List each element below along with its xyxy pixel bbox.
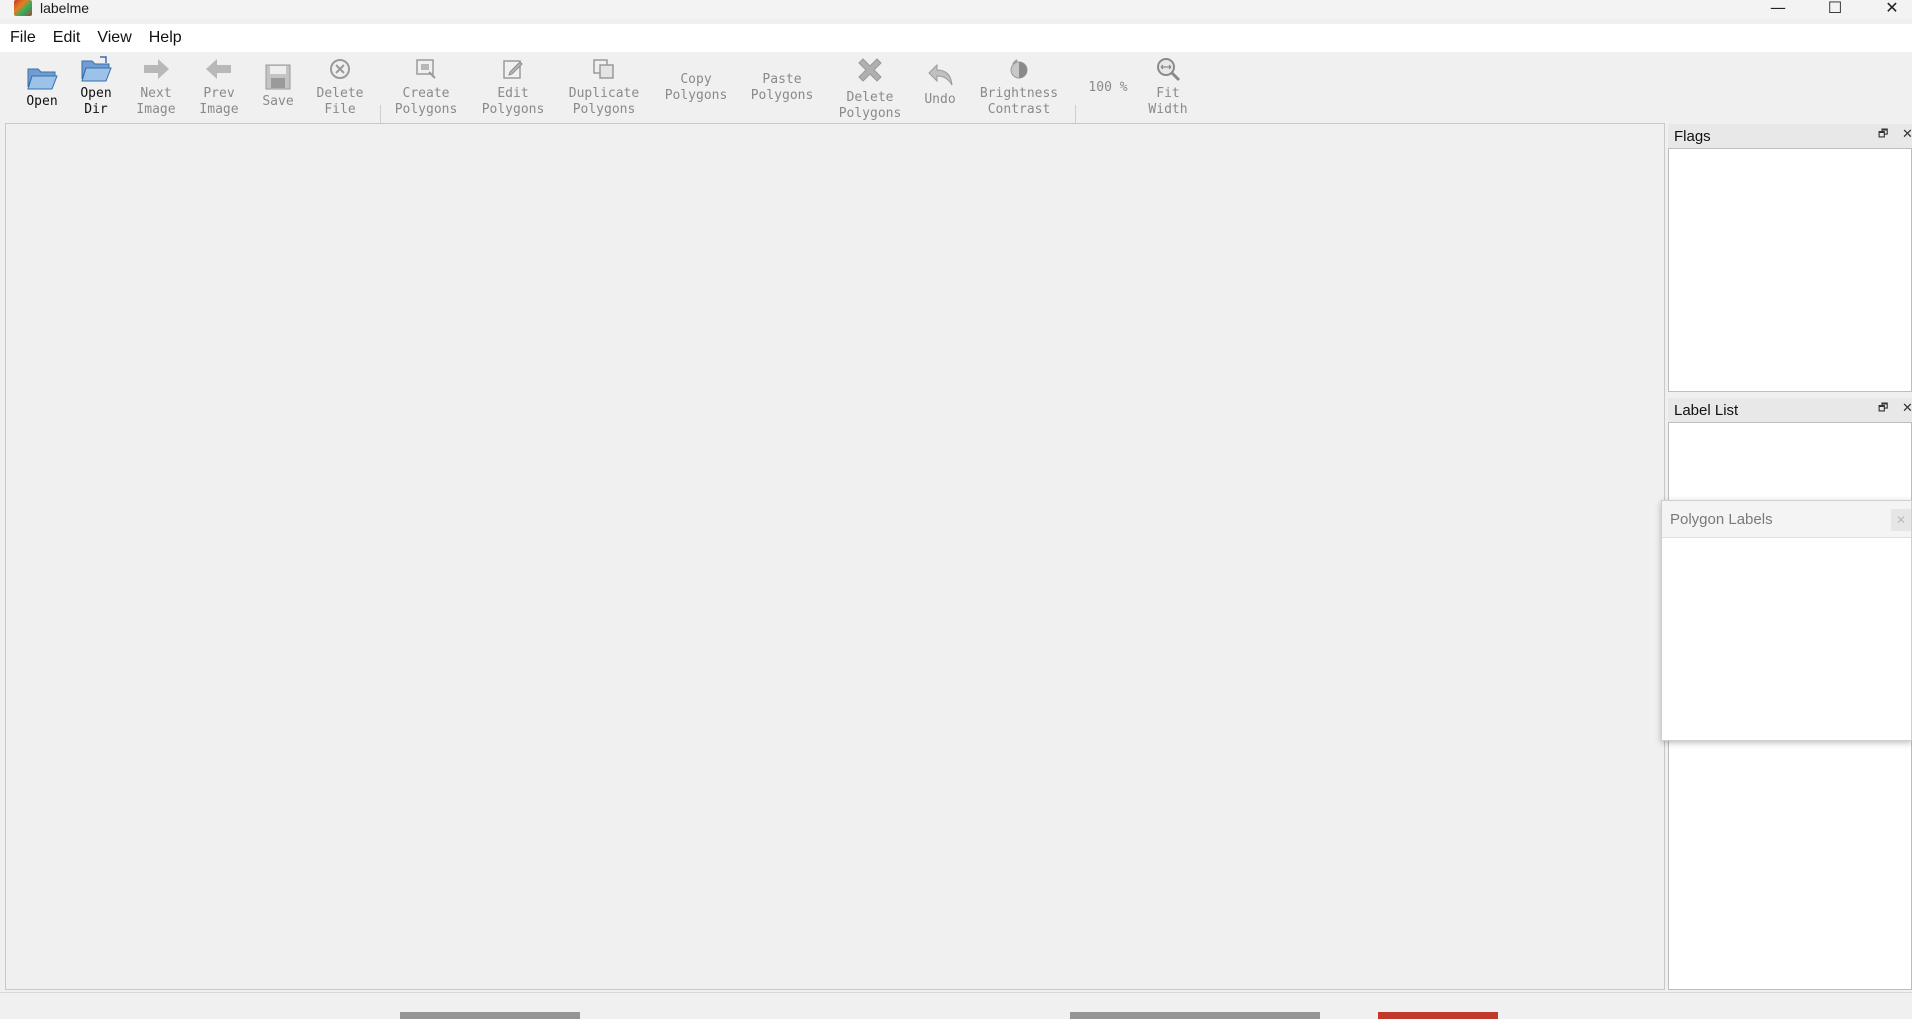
maximize-icon[interactable]: ☐ <box>1815 0 1855 16</box>
duplicate-icon <box>588 54 620 84</box>
next-image-label-2: Image <box>136 102 176 117</box>
copy-polygons-label-1: Copy <box>680 72 712 87</box>
menu-view[interactable]: View <box>97 29 131 47</box>
next-image-button[interactable]: Next Image <box>130 52 182 122</box>
brightness-label-1: Brightness <box>979 86 1059 101</box>
zoom-value-label: 100 % <box>1088 80 1128 95</box>
delete-x-icon <box>854 54 886 88</box>
minimize-icon[interactable]: — <box>1758 0 1798 16</box>
duplicate-polygons-label-2: Polygons <box>572 102 636 117</box>
zoom-value[interactable]: 100 % <box>1082 52 1134 122</box>
prev-image-button[interactable]: Prev Image <box>193 52 245 122</box>
delete-file-label-1: Delete <box>316 86 364 101</box>
background-window-strip <box>1070 1012 1320 1019</box>
edit-polygons-button[interactable]: Edit Polygons <box>479 52 547 122</box>
labelme-logo-icon <box>14 0 32 16</box>
brightness-contrast-button[interactable]: Brightness Contrast <box>972 52 1066 122</box>
flags-dock: Flags 🗗 ✕ <box>1668 124 1912 392</box>
prev-image-label-1: Prev <box>203 86 235 101</box>
fit-width-label-1: Fit <box>1156 86 1180 101</box>
close-icon[interactable]: ✕ <box>1891 509 1911 531</box>
menu-edit[interactable]: Edit <box>53 29 81 47</box>
menu-help[interactable]: Help <box>149 29 182 47</box>
polygon-labels-header[interactable]: Polygon Labels ✕ <box>1662 501 1911 538</box>
open-dir-icon <box>80 54 112 84</box>
dock-close-icon[interactable]: ✕ <box>1902 401 1912 415</box>
duplicate-polygons-label-1: Duplicate <box>568 86 640 101</box>
flags-dock-title: Flags <box>1674 127 1711 145</box>
open-button-label: Open <box>26 94 58 109</box>
open-folder-icon <box>26 62 58 92</box>
arrow-left-icon <box>203 54 235 84</box>
label-list-dock-title: Label List <box>1674 401 1739 419</box>
delete-polygons-label-1: Delete <box>846 90 894 105</box>
label-list-dock-header: Label List 🗗 ✕ <box>1668 398 1912 422</box>
background-window-strip <box>1378 1012 1498 1019</box>
paste-polygons-label-2: Polygons <box>750 88 814 103</box>
status-bar <box>0 992 1912 1019</box>
window-title: labelme <box>40 0 90 16</box>
dock-float-icon[interactable]: 🗗 <box>1878 128 1890 140</box>
edit-polygons-label-1: Edit <box>497 86 529 101</box>
brightness-label-2: Contrast <box>987 102 1051 117</box>
menu-file[interactable]: File <box>10 29 36 47</box>
fit-width-label-2: Width <box>1148 102 1188 117</box>
undo-button[interactable]: Undo <box>920 52 960 122</box>
dock-close-icon[interactable]: ✕ <box>1902 127 1912 141</box>
open-dir-label-2: Dir <box>84 102 108 117</box>
paste-polygons-label-1: Paste <box>762 72 802 87</box>
brightness-icon <box>1003 54 1035 84</box>
delete-file-button[interactable]: Delete File <box>312 52 368 122</box>
paste-polygons-button[interactable]: Paste Polygons <box>746 52 818 122</box>
open-button[interactable]: Open <box>22 52 62 122</box>
edit-polygons-label-2: Polygons <box>481 102 545 117</box>
create-polygon-icon <box>410 54 442 84</box>
polygon-labels-panel: Polygon Labels ✕ <box>1661 500 1912 741</box>
main-toolbar: Open Open Dir Next Image Prev Image Save… <box>0 52 1912 171</box>
dock-float-icon[interactable]: 🗗 <box>1878 402 1890 414</box>
floppy-icon <box>262 62 294 92</box>
flags-list[interactable] <box>1668 148 1912 392</box>
image-canvas[interactable] <box>5 123 1665 990</box>
polygon-labels-list[interactable] <box>1662 538 1911 740</box>
open-dir-button[interactable]: Open Dir <box>76 52 116 122</box>
arrow-right-icon <box>140 54 172 84</box>
duplicate-polygons-button[interactable]: Duplicate Polygons <box>564 52 644 122</box>
menu-bar: File Edit View Help <box>0 24 1912 52</box>
undo-button-label: Undo <box>924 92 956 107</box>
background-window-strip <box>400 1012 580 1019</box>
copy-polygons-button[interactable]: Copy Polygons <box>660 52 732 122</box>
delete-polygons-button[interactable]: Delete Polygons <box>834 52 906 122</box>
polygon-labels-title: Polygon Labels <box>1670 510 1773 528</box>
save-button-label: Save <box>262 94 294 109</box>
undo-icon <box>924 60 956 90</box>
flags-dock-header: Flags 🗗 ✕ <box>1668 124 1912 148</box>
edit-polygon-icon <box>497 54 529 84</box>
delete-file-icon <box>324 54 356 84</box>
close-icon[interactable]: ✕ <box>1872 0 1912 16</box>
copy-polygons-label-2: Polygons <box>664 88 728 103</box>
delete-file-label-2: File <box>324 102 356 117</box>
fit-width-button[interactable]: Fit Width <box>1142 52 1194 122</box>
create-polygons-label-1: Create <box>402 86 450 101</box>
save-button[interactable]: Save <box>258 52 298 122</box>
create-polygons-button[interactable]: Create Polygons <box>392 52 460 122</box>
prev-image-label-2: Image <box>199 102 239 117</box>
open-dir-label-1: Open <box>80 86 112 101</box>
zoom-fit-icon <box>1152 54 1184 84</box>
next-image-label-1: Next <box>140 86 172 101</box>
window-titlebar: labelme — ☐ ✕ <box>0 0 1912 19</box>
create-polygons-label-2: Polygons <box>394 102 458 117</box>
delete-polygons-label-2: Polygons <box>838 106 902 121</box>
